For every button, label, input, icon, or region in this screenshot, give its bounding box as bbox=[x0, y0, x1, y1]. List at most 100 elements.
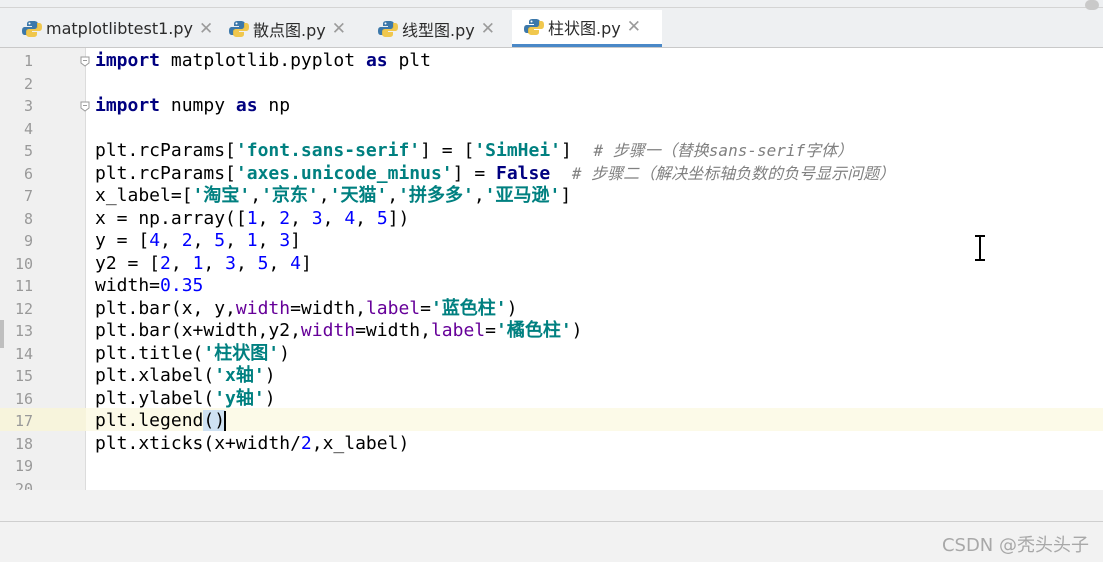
line-number: 3 bbox=[23, 97, 33, 115]
number-token: 4 bbox=[290, 252, 301, 274]
number-token: 3 bbox=[311, 207, 323, 229]
tab-bar-chart[interactable]: 柱状图.py ✕ bbox=[512, 10, 662, 47]
number-token: 2 bbox=[279, 207, 291, 229]
number-token: 5 bbox=[214, 230, 226, 251]
line-number: 7 bbox=[23, 187, 33, 205]
code-line[interactable]: 6 plt.rcParams['axes.unicode_minus'] = Fa… bbox=[0, 163, 1103, 186]
code-token: , bbox=[225, 230, 247, 251]
tab-matplotlibtest1[interactable]: matplotlibtest1.py ✕ bbox=[18, 10, 220, 47]
line-number: 16 bbox=[14, 389, 33, 408]
code-line[interactable]: 16 plt.ylabel('y轴') bbox=[0, 388, 1103, 411]
fold-marker-icon[interactable] bbox=[80, 56, 90, 67]
tab-scatter-plot[interactable]: 散点图.py ✕ bbox=[225, 10, 369, 47]
code-token: np bbox=[257, 95, 291, 116]
tab-label: 线型图.py bbox=[402, 20, 475, 40]
code-line[interactable]: 11 width=0.35 bbox=[0, 275, 1103, 298]
code-line[interactable]: 17 plt.legend() bbox=[0, 410, 1103, 433]
string-token: '橘色柱' bbox=[495, 320, 572, 341]
code-line[interactable]: 14 plt.title('柱状图') bbox=[0, 343, 1103, 366]
code-token: ,x_label) bbox=[311, 432, 410, 454]
code-line[interactable]: 15 plt.xlabel('x轴') bbox=[0, 365, 1103, 388]
code-token: ) bbox=[264, 387, 276, 409]
code-lines: 1 import matplotlib.pyplot as plt 2 3 import… bbox=[0, 50, 1103, 490]
code-token: , bbox=[192, 230, 215, 251]
string-token: 'x轴' bbox=[214, 365, 265, 386]
string-token: 'y轴' bbox=[214, 387, 265, 409]
number-token: 1 bbox=[246, 230, 258, 251]
code-line[interactable]: 2 bbox=[0, 73, 1103, 96]
code-token: ] bbox=[560, 185, 572, 206]
line-number: 14 bbox=[14, 344, 33, 363]
line-number: 1 bbox=[23, 52, 33, 70]
horizontal-scrollbar-track[interactable] bbox=[0, 521, 1103, 522]
code-line[interactable]: 12 plt.bar(x, y,width=width,label='蓝色柱') bbox=[0, 298, 1103, 321]
code-text: width=0.35 bbox=[95, 275, 203, 298]
string-token: '亚马逊' bbox=[484, 185, 561, 206]
line-number: 9 bbox=[23, 232, 33, 250]
python-file-icon bbox=[378, 19, 398, 39]
code-token: x = np.array([ bbox=[95, 207, 247, 229]
code-line[interactable]: 9 y = [4, 2, 5, 1, 3] bbox=[0, 230, 1103, 253]
code-line[interactable]: 8 x = np.array([1, 2, 3, 4, 5]) bbox=[0, 208, 1103, 231]
tab-overflow-indicator[interactable] bbox=[1085, 0, 1099, 10]
code-line[interactable]: 10 y2 = [2, 1, 3, 5, 4] bbox=[0, 253, 1103, 276]
line-number: 8 bbox=[23, 209, 33, 228]
code-text: plt.ylabel('y轴') bbox=[95, 388, 276, 411]
code-line[interactable]: 3 import numpy as np bbox=[0, 95, 1103, 118]
code-text: import numpy as np bbox=[95, 95, 290, 118]
param-token: label bbox=[430, 320, 486, 341]
string-token: 'axes.unicode_minus' bbox=[235, 162, 453, 184]
code-line[interactable]: 5 plt.rcParams['font.sans-serif'] = ['Sim… bbox=[0, 140, 1103, 163]
code-token: x_label=[ bbox=[95, 185, 193, 206]
code-text: plt.xlabel('x轴') bbox=[95, 365, 276, 388]
code-token: , bbox=[257, 230, 280, 251]
tab-line-plot[interactable]: 线型图.py ✕ bbox=[374, 10, 516, 47]
code-token: , bbox=[235, 252, 258, 274]
fold-marker-icon[interactable] bbox=[80, 101, 90, 112]
line-number: 6 bbox=[23, 164, 33, 183]
code-token: = bbox=[485, 320, 496, 341]
code-line[interactable]: 7 x_label=['淘宝','京东','天猫','拼多多','亚马逊'] bbox=[0, 185, 1103, 208]
python-file-icon bbox=[229, 19, 249, 39]
line-number: 4 bbox=[23, 119, 33, 138]
code-token: plt.rcParams[ bbox=[95, 140, 236, 161]
code-token: ) bbox=[279, 342, 290, 364]
code-text: import matplotlib.pyplot as plt bbox=[95, 50, 431, 73]
code-token: = bbox=[420, 297, 431, 319]
code-line[interactable]: 1 import matplotlib.pyplot as plt bbox=[0, 50, 1103, 73]
close-icon[interactable]: ✕ bbox=[332, 19, 346, 39]
line-number: 19 bbox=[14, 457, 33, 475]
code-token: ) bbox=[264, 365, 276, 386]
close-icon[interactable]: ✕ bbox=[627, 17, 641, 37]
number-token: 1 bbox=[246, 207, 258, 229]
code-token: ] bbox=[290, 230, 301, 251]
line-number: 13 bbox=[14, 322, 33, 340]
code-token: plt.ylabel( bbox=[95, 387, 215, 409]
line-number: 10 bbox=[14, 254, 33, 273]
python-file-icon bbox=[524, 17, 544, 37]
code-token: , bbox=[268, 252, 291, 274]
code-line[interactable]: 19 bbox=[0, 455, 1103, 478]
code-line[interactable]: 20 bbox=[0, 478, 1103, 491]
close-icon[interactable]: ✕ bbox=[199, 19, 213, 39]
keyword-token: False bbox=[496, 162, 551, 184]
string-token: 'font.sans-serif' bbox=[235, 140, 421, 161]
code-token: plt.rcParams[ bbox=[95, 162, 236, 184]
code-token: plt.title( bbox=[95, 342, 204, 364]
code-line[interactable]: 13 plt.bar(x+width,y2,width=width,label='… bbox=[0, 320, 1103, 343]
code-line[interactable]: 18 plt.xticks(x+width/2,x_label) bbox=[0, 433, 1103, 456]
string-token: '拼多多' bbox=[398, 185, 474, 206]
code-editor[interactable]: 1 import matplotlib.pyplot as plt 2 3 import… bbox=[0, 48, 1103, 490]
line-number: 18 bbox=[14, 434, 33, 453]
param-token: width bbox=[300, 320, 356, 341]
comment-token: # 步骤一（替换sans-serif字体） bbox=[593, 141, 854, 160]
param-token: label bbox=[365, 297, 421, 319]
tab-label: matplotlibtest1.py bbox=[46, 19, 193, 38]
close-icon[interactable]: ✕ bbox=[481, 19, 495, 39]
string-token: '京东' bbox=[261, 185, 319, 206]
code-line[interactable]: 4 bbox=[0, 118, 1103, 141]
code-token: , bbox=[257, 207, 280, 229]
watermark: CSDN @秃头头子 bbox=[941, 535, 1089, 556]
comment-token: # 步骤二（解决坐标轴负数的负号显示问题） bbox=[571, 163, 896, 183]
